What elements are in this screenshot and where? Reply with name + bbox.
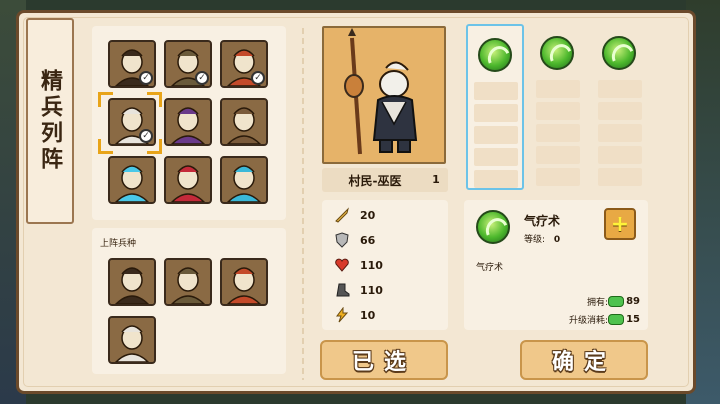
skill-slot-3[interactable]	[592, 24, 650, 190]
boot-icon	[334, 282, 350, 298]
unit-portrait-icon	[222, 260, 266, 304]
owned-value: 89	[626, 296, 640, 307]
unit-portrait-icon	[222, 158, 266, 202]
skill-level-value: 0	[553, 235, 561, 245]
cost-row: 升级消耗: 15	[569, 313, 640, 326]
roster-unit-cannon[interactable]	[220, 98, 268, 146]
lightning-icon	[334, 306, 350, 323]
confirm-button[interactable]: 确定	[520, 340, 648, 380]
skill-level-slot	[598, 168, 642, 186]
roster-unit-armored-soldier[interactable]: ✓	[164, 40, 212, 88]
unit-portrait-icon	[166, 260, 210, 304]
panel-title: 精兵列阵	[37, 69, 63, 173]
stat-value: 66	[360, 233, 376, 247]
deployed-label: 上阵兵种	[100, 239, 137, 249]
gem-icon	[608, 296, 625, 307]
stat-row: 110	[334, 280, 383, 300]
skill-level-slot	[598, 124, 642, 142]
unit-portrait-icon	[110, 158, 154, 202]
skill-level-slot	[536, 102, 580, 120]
skill-level-slot	[536, 146, 580, 164]
skill-level-slot	[474, 170, 518, 188]
roster-unit-blue-knight[interactable]	[220, 156, 268, 204]
skill-detail-icon	[476, 210, 510, 244]
owned-row: 拥有: 89	[587, 295, 640, 308]
skill-orb-icon	[602, 36, 636, 70]
skill-level-slot	[536, 80, 580, 98]
hero-name: 村民-巫医	[348, 173, 402, 188]
roster-unit-red-hair-warrior[interactable]: ✓	[220, 40, 268, 88]
selected-button[interactable]: 已选	[320, 340, 448, 380]
cost-value: 15	[626, 314, 640, 325]
skill-slot-1[interactable]	[466, 24, 524, 190]
sword-icon	[334, 207, 350, 223]
skill-level-slot	[598, 146, 642, 164]
divider	[302, 28, 304, 380]
skill-level-slot	[598, 80, 642, 98]
skill-level-slot	[536, 124, 580, 142]
skill-level-slot	[474, 126, 518, 144]
stat-value: 20	[360, 208, 376, 222]
skill-slot-2[interactable]	[530, 24, 588, 190]
stat-row: 66	[334, 230, 375, 250]
roster-unit-ice-dragon[interactable]	[108, 156, 156, 204]
gem-icon	[608, 314, 625, 325]
upgrade-plus-button[interactable]: +	[604, 208, 636, 240]
shield-icon	[334, 232, 350, 248]
deployed-unit-warrior-bare[interactable]	[108, 258, 156, 306]
skill-level-slot	[474, 104, 518, 122]
skill-level-slot	[474, 82, 518, 100]
deployed-unit-armored-soldier[interactable]	[164, 258, 212, 306]
panel-title-tab: 精兵列阵	[26, 18, 74, 224]
unit-portrait-icon	[166, 158, 210, 202]
skill-description: 气疗术	[476, 263, 504, 273]
skill-level-slot	[474, 148, 518, 166]
stat-value: 110	[360, 283, 383, 297]
roster-unit-purple-wizard[interactable]	[164, 98, 212, 146]
deployed-unit-red-hair-warrior[interactable]	[220, 258, 268, 306]
stat-value: 110	[360, 258, 383, 272]
stat-row: 110	[334, 255, 383, 275]
unit-portrait-icon	[166, 100, 210, 144]
check-icon: ✓	[251, 71, 265, 85]
unit-portrait-icon	[110, 318, 154, 362]
stat-row: 20	[334, 205, 375, 225]
check-icon: ✓	[139, 129, 153, 143]
owned-label: 拥有:	[587, 298, 609, 308]
skill-name: 气疗术	[524, 214, 561, 228]
shaman-figure	[344, 28, 418, 155]
skill-level-label: 等级:	[524, 235, 546, 245]
check-icon: ✓	[195, 71, 209, 85]
check-icon: ✓	[139, 71, 153, 85]
unit-portrait-icon	[222, 100, 266, 144]
skill-level-row: 等级: 0	[524, 232, 560, 245]
hero-portrait	[322, 26, 446, 164]
hero-level: 1	[424, 168, 448, 192]
deployed-unit-white-hair-shaman[interactable]	[108, 316, 156, 364]
stat-row: 10	[334, 305, 375, 325]
skill-orb-icon	[478, 38, 512, 72]
skill-level-slot	[598, 102, 642, 120]
cost-label: 升级消耗:	[569, 316, 609, 326]
skill-orb-icon	[540, 36, 574, 70]
roster-unit-white-hair-shaman[interactable]: ✓	[108, 98, 156, 146]
roster-unit-warrior-bare[interactable]: ✓	[108, 40, 156, 88]
unit-portrait-icon	[110, 260, 154, 304]
heart-icon	[334, 257, 350, 273]
skill-level-slot	[536, 168, 580, 186]
roster-unit-red-knight[interactable]	[164, 156, 212, 204]
stat-value: 10	[360, 308, 376, 322]
